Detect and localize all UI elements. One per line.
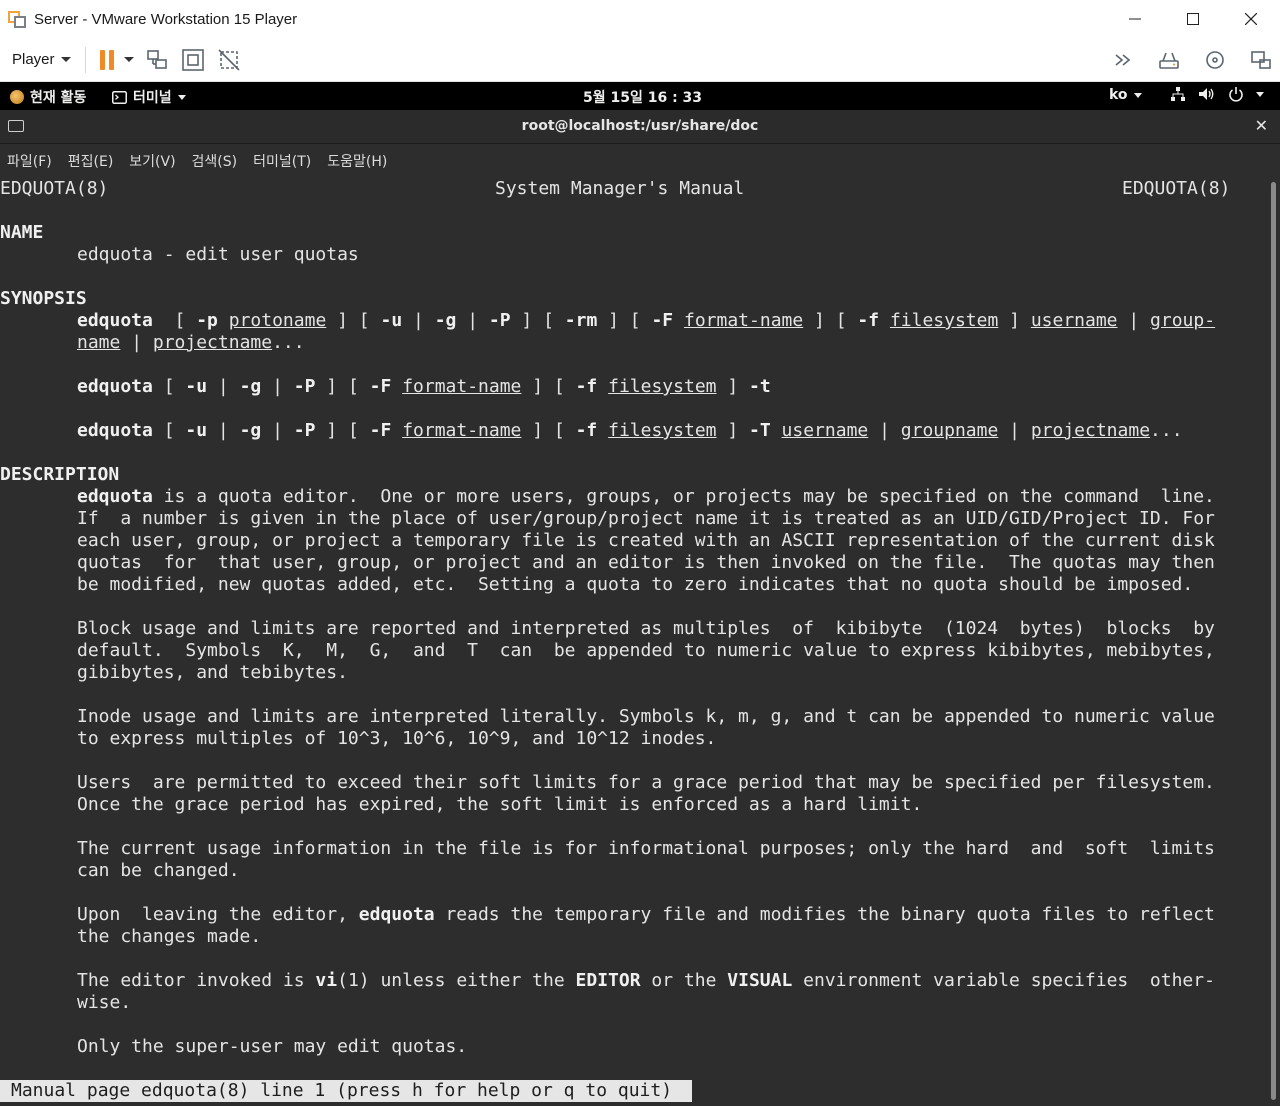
player-menu-label: Player <box>12 51 55 68</box>
terminal-menubar: 파일(F) 편집(E) 보기(V) 검색(S) 터미널(T) 도움말(H) <box>0 144 1280 178</box>
desc-p8-line-1: Only the super-user may edit quotas. <box>77 1036 468 1057</box>
desc-p1-line-4: quotas for that user, group, or project … <box>77 552 1215 573</box>
pause-dropdown-icon[interactable] <box>123 57 134 62</box>
terminal-headerbar: root@localhost:/usr/share/doc ✕ <box>0 110 1280 144</box>
desc-p6-line-1: Upon leaving the editor, edquota reads t… <box>77 904 1215 925</box>
network-adapter-button[interactable] <box>1248 47 1274 73</box>
vmware-toolbar: Player <box>0 38 1280 82</box>
chevron-down-icon <box>177 94 186 100</box>
gnome-logo-icon <box>10 90 24 104</box>
terminal-close-button[interactable]: ✕ <box>1255 116 1268 135</box>
expand-devices-button[interactable] <box>1110 47 1136 73</box>
desc-p7-line-1: The editor invoked is vi(1) unless eithe… <box>77 970 1215 991</box>
volume-icon <box>1199 88 1214 100</box>
desc-p4-line-2: Once the grace period has expired, the s… <box>77 794 923 815</box>
desc-p1-line-1: edquota is a quota editor. One or more u… <box>77 486 1215 507</box>
system-menu[interactable] <box>1170 86 1264 102</box>
chevron-down-icon <box>1256 91 1264 97</box>
input-language-menu[interactable]: ko <box>1109 87 1142 103</box>
synopsis-line-2: edquota [ -u | -g | -P ] [ -F format-nam… <box>77 376 771 397</box>
desc-p5-line-2: can be changed. <box>77 860 240 881</box>
close-icon <box>1245 13 1257 25</box>
hard-disk-button[interactable] <box>1156 47 1182 73</box>
desc-p4-line-1: Users are permitted to exceed their soft… <box>77 772 1215 793</box>
menu-view[interactable]: 보기(V) <box>129 151 175 171</box>
desc-p3-line-2: to express multiples of 10^3, 10^6, 10^9… <box>77 728 717 749</box>
desc-p1-line-3: each user, group, or project a temporary… <box>77 530 1215 551</box>
section-description-heading: DESCRIPTION <box>0 464 120 485</box>
section-name-heading: NAME <box>0 222 44 243</box>
man-header-center: System Manager's Manual <box>495 178 745 199</box>
cd-drive-button[interactable] <box>1202 47 1228 73</box>
unity-off-icon <box>217 48 240 71</box>
desc-p2-line-3: gibibytes, and tebibytes. <box>77 662 348 683</box>
maximize-button[interactable] <box>1164 0 1222 38</box>
desc-p6-line-2: the changes made. <box>77 926 262 947</box>
terminal-app-label: 터미널 <box>133 90 172 106</box>
activities-button[interactable]: 현재 활동 <box>10 87 86 107</box>
desc-p7-line-2: wise. <box>77 992 132 1013</box>
desc-p1-line-5: be modified, new quotas added, etc. Sett… <box>77 574 1194 595</box>
double-chevron-right-icon <box>1115 54 1131 66</box>
terminal-title: root@localhost:/usr/share/doc <box>521 118 759 134</box>
synopsis-line-1: edquota [ -p protoname ] [ -u | -g | -P … <box>77 310 1216 331</box>
name-line: edquota - edit user quotas <box>77 244 359 265</box>
desc-p1-line-2: If a number is given in the place of use… <box>77 508 1215 529</box>
terminal-scrollbar[interactable] <box>1268 178 1280 1106</box>
fit-screen-icon <box>181 48 204 71</box>
menu-file[interactable]: 파일(F) <box>7 151 52 171</box>
maximize-icon <box>1187 13 1199 25</box>
man-header-right: EDQUOTA(8) <box>1122 178 1231 199</box>
desc-p2-line-1: Block usage and limits are reported and … <box>77 618 1215 639</box>
menu-terminal[interactable]: 터미널(T) <box>253 151 311 171</box>
input-language-label: ko <box>1109 87 1128 103</box>
scrollbar-thumb[interactable] <box>1271 182 1276 1100</box>
menu-search[interactable]: 검색(S) <box>192 151 238 171</box>
network-adapter-icon <box>1251 51 1271 69</box>
terminal-icon <box>112 90 127 104</box>
vmware-titlebar: Server - VMware Workstation 15 Player <box>0 0 1280 38</box>
clock[interactable]: 5월 15일 16 : 33 <box>583 87 702 107</box>
minimize-button[interactable] <box>1106 0 1164 38</box>
synopsis-line-1-cont: name | projectname... <box>77 332 305 353</box>
terminal-app-menu[interactable]: 터미널 <box>112 87 186 107</box>
network-wired-icon <box>1171 87 1185 101</box>
toolbar-divider <box>84 46 86 73</box>
menu-edit[interactable]: 편집(E) <box>68 151 114 171</box>
unity-button[interactable] <box>216 47 242 73</box>
vmware-app-icon <box>8 9 28 29</box>
man-header-left: EDQUOTA(8) <box>0 178 109 199</box>
activities-label: 현재 활동 <box>30 90 87 106</box>
section-synopsis-heading: SYNOPSIS <box>0 288 87 309</box>
player-menu-button[interactable]: Player <box>12 51 71 68</box>
network-keys-icon <box>146 49 167 69</box>
minimize-icon <box>1129 18 1141 20</box>
power-icon <box>1229 87 1243 102</box>
pause-button[interactable] <box>99 49 114 70</box>
desc-p2-line-2: default. Symbols K, M, G, and T can be a… <box>77 640 1215 661</box>
chevron-down-icon <box>1133 92 1142 98</box>
gnome-top-bar: 현재 활동 터미널 5월 15일 16 : 33 ko <box>0 82 1280 110</box>
close-window-button[interactable] <box>1222 0 1280 38</box>
desc-p5-line-1: The current usage information in the fil… <box>77 838 1215 859</box>
window-title: Server - VMware Workstation 15 Player <box>34 10 298 28</box>
pager-status-line: Manual page edquota(8) line 1 (press h f… <box>0 1080 692 1102</box>
synopsis-line-3: edquota [ -u | -g | -P ] [ -F format-nam… <box>77 420 1183 441</box>
send-ctrl-alt-del-button[interactable] <box>144 47 170 73</box>
cd-icon <box>1206 51 1224 69</box>
desc-p3-line-1: Inode usage and limits are interpreted l… <box>77 706 1215 727</box>
hard-disk-icon <box>1159 52 1179 69</box>
chevron-down-icon <box>60 57 71 62</box>
fit-guest-button[interactable] <box>180 47 206 73</box>
menu-help[interactable]: 도움말(H) <box>327 151 387 171</box>
